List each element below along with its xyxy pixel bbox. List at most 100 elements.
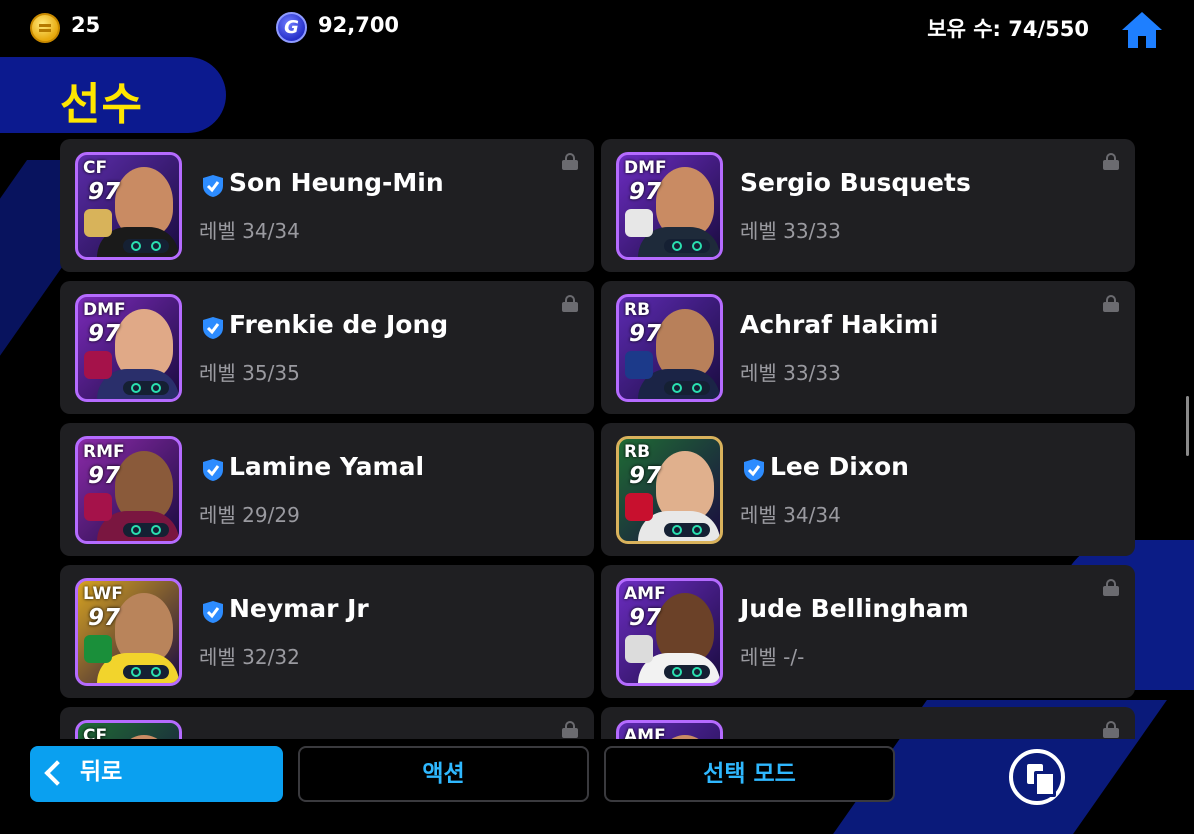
player-position: AMF — [624, 726, 666, 739]
player-card[interactable]: CF 97 Son Heung-Min 레벨 34/34 — [60, 139, 594, 272]
select-mode-button[interactable]: 선택 모드 — [604, 746, 895, 802]
skill-icons — [664, 665, 710, 679]
verified-shield-icon — [203, 175, 223, 197]
back-button-label: 뒤로 — [80, 759, 123, 785]
player-position: CF — [83, 158, 108, 178]
club-badge-icon — [84, 209, 112, 237]
player-list[interactable]: CF 97 Son Heung-Min 레벨 34/34 DMF 97 Sergio Bus… — [60, 139, 1136, 739]
player-name: Jude Bellingham — [740, 594, 969, 623]
lock-icon[interactable] — [1103, 153, 1119, 170]
player-level: 레벨 35/35 — [199, 361, 300, 385]
player-position: RMF — [83, 442, 125, 462]
back-button[interactable]: 뒤로 — [30, 746, 283, 802]
owned-count: 보유 수: 74/550 — [927, 17, 1089, 41]
player-level: 레벨 34/34 — [740, 503, 841, 527]
player-position: DMF — [624, 158, 667, 178]
player-portrait[interactable]: CF — [75, 720, 182, 739]
skill-icons — [664, 523, 710, 537]
club-badge-icon — [84, 493, 112, 521]
verified-shield-icon — [203, 317, 223, 339]
chevron-left-icon — [44, 760, 70, 786]
player-portrait[interactable]: DMF 97 — [75, 294, 182, 402]
player-rating: 97 — [629, 605, 662, 631]
scrollbar[interactable] — [1186, 396, 1189, 456]
player-portrait[interactable]: LWF 97 — [75, 578, 182, 686]
player-rating: 97 — [88, 321, 121, 347]
player-name: Neymar Jr — [229, 594, 369, 623]
skill-icons — [123, 381, 169, 395]
player-level: 레벨 33/33 — [740, 361, 841, 385]
player-position: AMF — [624, 584, 666, 604]
player-name: Lee Dixon — [770, 452, 909, 481]
player-card[interactable]: DMF 97 Frenkie de Jong 레벨 35/35 — [60, 281, 594, 414]
club-badge-icon — [625, 351, 653, 379]
lock-icon[interactable] — [1103, 579, 1119, 596]
player-card[interactable]: LWF 97 Neymar Jr 레벨 32/32 — [60, 565, 594, 698]
player-card[interactable]: RMF 97 Lamine Yamal 레벨 29/29 — [60, 423, 594, 556]
player-rating: 97 — [88, 463, 121, 489]
lock-icon[interactable] — [562, 721, 578, 738]
player-portrait[interactable]: CF 97 — [75, 152, 182, 260]
home-icon[interactable] — [1121, 10, 1163, 50]
lock-icon[interactable] — [562, 153, 578, 170]
gp-count: 92,700 — [318, 13, 400, 37]
player-rating: 97 — [88, 605, 121, 631]
club-badge-icon — [84, 351, 112, 379]
coin-count: 25 — [71, 13, 101, 37]
lock-icon[interactable] — [562, 295, 578, 312]
player-rating: 97 — [629, 463, 662, 489]
skill-icons — [664, 239, 710, 253]
player-portrait[interactable]: RMF 97 — [75, 436, 182, 544]
verified-shield-icon — [744, 459, 764, 481]
club-badge-icon — [625, 493, 653, 521]
club-badge-icon — [84, 635, 112, 663]
skill-icons — [664, 381, 710, 395]
lock-icon[interactable] — [1103, 721, 1119, 738]
player-card[interactable]: RB 97 Achraf Hakimi 레벨 33/33 — [601, 281, 1135, 414]
player-level: 레벨 34/34 — [199, 219, 300, 243]
player-card[interactable]: CF — [60, 707, 594, 739]
efootball-coin-icon — [30, 13, 60, 43]
lock-icon[interactable] — [1103, 295, 1119, 312]
player-name: Achraf Hakimi — [740, 310, 939, 339]
club-badge-icon — [625, 635, 653, 663]
verified-shield-icon — [203, 459, 223, 481]
top-bar: 25 G 92,700 보유 수: 74/550 — [0, 0, 1194, 56]
verified-shield-icon — [203, 601, 223, 623]
player-position: RB — [624, 442, 651, 462]
select-mode-button-label: 선택 모드 — [703, 761, 796, 787]
page-title: 선수 — [60, 79, 143, 130]
player-portrait[interactable]: DMF 97 — [616, 152, 723, 260]
player-portrait[interactable]: AMF 97 — [616, 578, 723, 686]
player-card[interactable]: AMF — [601, 707, 1135, 739]
club-badge-icon — [625, 209, 653, 237]
player-portrait[interactable]: RB 97 — [616, 294, 723, 402]
player-rating: 97 — [629, 179, 662, 205]
player-level: 레벨 29/29 — [199, 503, 300, 527]
player-position: DMF — [83, 300, 126, 320]
player-position: LWF — [83, 584, 123, 604]
player-name: Son Heung-Min — [229, 168, 444, 197]
player-face — [115, 735, 173, 739]
skill-icons — [123, 239, 169, 253]
skill-icons — [123, 665, 169, 679]
player-level: 레벨 32/32 — [199, 645, 300, 669]
player-position: RB — [624, 300, 651, 320]
player-card[interactable]: AMF 97 Jude Bellingham 레벨 -/- — [601, 565, 1135, 698]
player-name: Sergio Busquets — [740, 168, 971, 197]
player-card[interactable]: RB 97 Lee Dixon 레벨 34/34 — [601, 423, 1135, 556]
player-portrait[interactable]: AMF — [616, 720, 723, 739]
player-level: 레벨 33/33 — [740, 219, 841, 243]
player-rating: 97 — [88, 179, 121, 205]
player-name: Frenkie de Jong — [229, 310, 449, 339]
action-button-label: 액션 — [422, 761, 465, 787]
action-button[interactable]: 액션 — [298, 746, 589, 802]
player-portrait[interactable]: RB 97 — [616, 436, 723, 544]
player-rating: 97 — [629, 321, 662, 347]
copy-icon[interactable] — [1009, 749, 1065, 805]
player-card[interactable]: DMF 97 Sergio Busquets 레벨 33/33 — [601, 139, 1135, 272]
player-position: CF — [83, 726, 108, 739]
player-level: 레벨 -/- — [740, 645, 805, 669]
player-name: Lamine Yamal — [229, 452, 425, 481]
gp-icon: G — [276, 12, 307, 43]
